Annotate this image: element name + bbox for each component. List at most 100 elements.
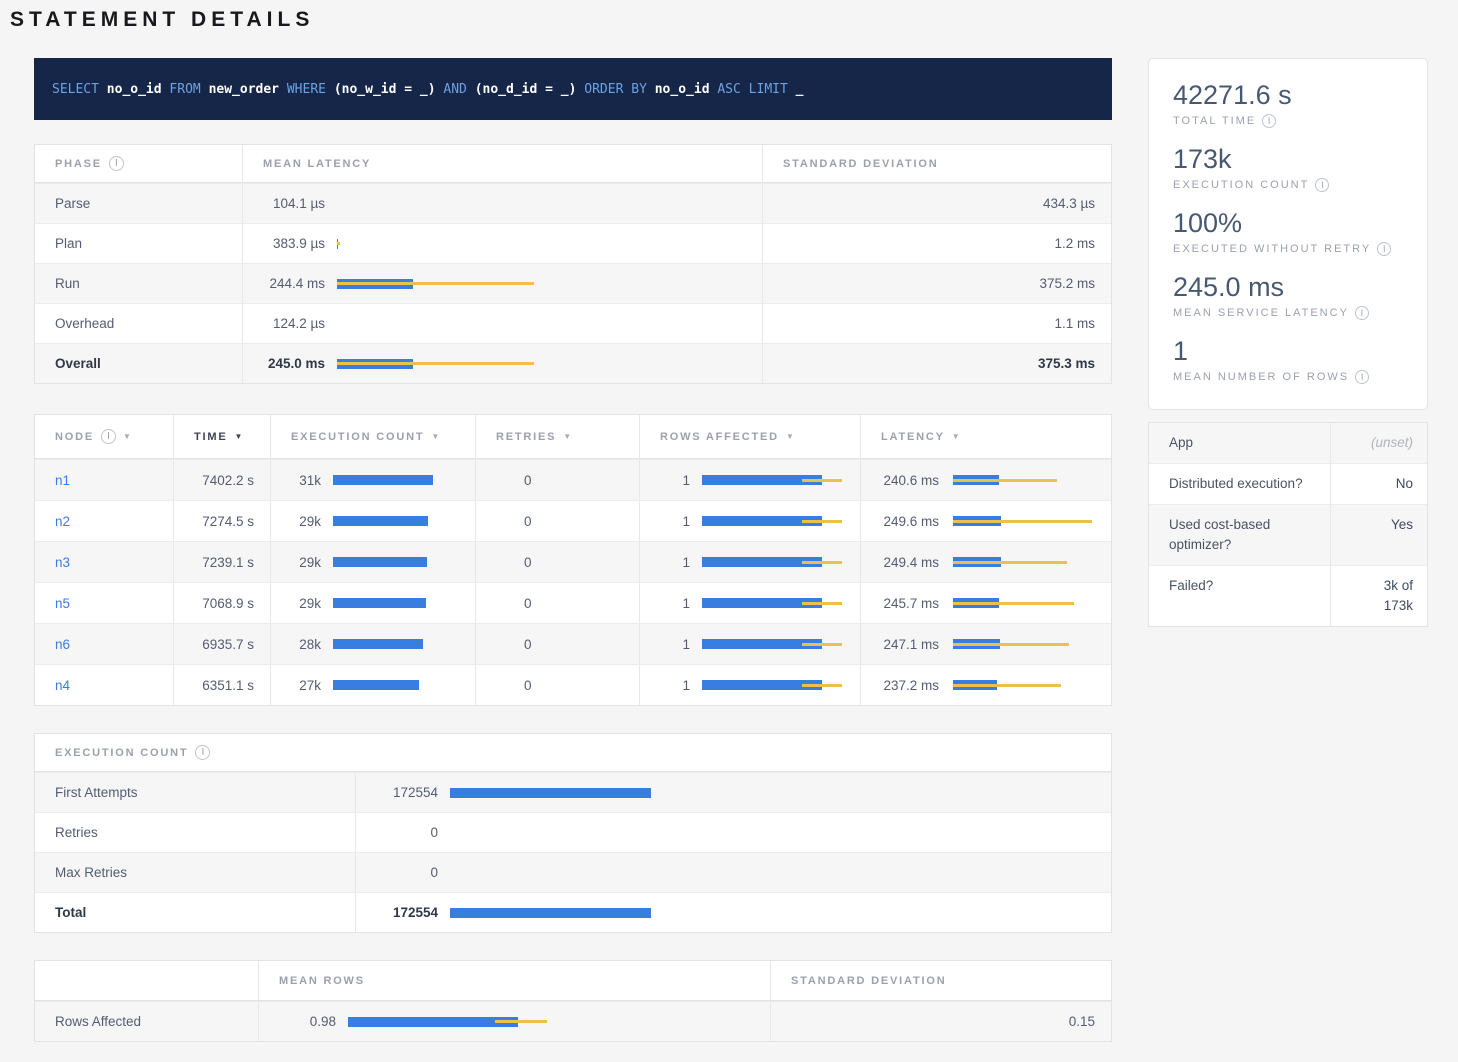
- info-icon[interactable]: i: [1355, 370, 1369, 384]
- info-icon[interactable]: i: [1355, 306, 1369, 320]
- rows-affected-bar: [702, 638, 852, 650]
- table-row: Rows Affected 0.98 0.15: [35, 1001, 1111, 1041]
- info-icon[interactable]: i: [195, 745, 210, 760]
- info-icon[interactable]: i: [101, 429, 116, 444]
- latency-bar: [337, 278, 577, 290]
- execution-count-value: 27k: [291, 678, 321, 693]
- node-header-label: NODE: [55, 431, 94, 443]
- standard-deviation-column-header: STANDARD DEVIATION: [771, 961, 1113, 1000]
- mean-latency-value: 104.1 µs: [263, 196, 325, 211]
- node-column-header[interactable]: NODE i ▼: [35, 415, 174, 458]
- count-value: 172554: [376, 785, 438, 800]
- rows-affected-value: 1: [664, 637, 690, 652]
- stat-value: 173k: [1173, 143, 1403, 175]
- info-icon[interactable]: i: [1315, 178, 1329, 192]
- execution-count-title: EXECUTION COUNTi: [35, 734, 1113, 771]
- mean-rows-column-header: MEAN ROWS: [259, 961, 771, 1000]
- stat-value: 245.0 ms: [1173, 271, 1403, 303]
- stat-label: MEAN SERVICE LATENCY: [1173, 307, 1349, 319]
- info-icon[interactable]: i: [1377, 242, 1391, 256]
- sql-token: FROM: [169, 82, 200, 97]
- node-link[interactable]: n1: [55, 473, 70, 488]
- sort-caret-icon[interactable]: ▼: [123, 432, 133, 441]
- phase-label: Overall: [55, 356, 101, 371]
- sort-caret-icon[interactable]: ▼: [952, 432, 962, 441]
- retries-value: 0: [524, 555, 532, 570]
- mean-rows-header-label: MEAN ROWS: [279, 975, 365, 987]
- execution-count-bar: [333, 679, 463, 691]
- std-dev-value: 1.1 ms: [1054, 316, 1095, 331]
- sort-caret-icon[interactable]: ▼: [786, 432, 796, 441]
- execution-count-value: 29k: [291, 514, 321, 529]
- sort-caret-icon[interactable]: ▼: [431, 432, 441, 441]
- table-row: Parse 104.1 µs 434.3 µs: [35, 183, 1111, 223]
- sort-caret-icon[interactable]: ▼: [563, 432, 573, 441]
- node-link[interactable]: n5: [55, 596, 70, 611]
- latency-header-label: LATENCY: [881, 431, 945, 443]
- phase-label: Overhead: [55, 316, 114, 331]
- stat-label: EXECUTED WITHOUT RETRY: [1173, 243, 1371, 255]
- rows-affected-value: 1: [664, 678, 690, 693]
- latency-value: 245.7 ms: [881, 596, 939, 611]
- mean-latency-value: 383.9 µs: [263, 236, 325, 251]
- row-label: Rows Affected: [55, 1014, 141, 1029]
- latency-bar: [953, 515, 1103, 527]
- node-table-header: NODE i ▼ TIME▼ EXECUTION COUNT ▼ RETRIES ▼ R…: [35, 415, 1111, 459]
- rows-affected-column-header[interactable]: ROWS AFFECTED ▼: [640, 415, 861, 458]
- attribute-label: App: [1169, 433, 1193, 453]
- attribute-label: Failed?: [1169, 576, 1213, 596]
- mean-latency-value: 245.0 ms: [263, 356, 325, 371]
- rows-affected-bar: [702, 597, 852, 609]
- sort-caret-icon[interactable]: ▼: [234, 432, 244, 441]
- execution-count-header: EXECUTION COUNTi: [35, 734, 1111, 772]
- table-row: Retries 0: [35, 812, 1111, 852]
- std-dev-value: 1.2 ms: [1054, 236, 1095, 251]
- row-label: First Attempts: [55, 785, 138, 800]
- node-link[interactable]: n2: [55, 514, 70, 529]
- node-link[interactable]: n3: [55, 555, 70, 570]
- retries-header-label: RETRIES: [496, 431, 556, 443]
- rows-affected-header-label: ROWS AFFECTED: [660, 431, 779, 443]
- time-value: 7068.9 s: [202, 596, 254, 611]
- latency-value: 247.1 ms: [881, 637, 939, 652]
- statement-details-page: STATEMENT DETAILS SELECT no_o_id FROM ne…: [0, 0, 1458, 1062]
- node-row: n5 7068.9 s 29k 0 1 245.7 ms: [35, 582, 1111, 623]
- stat-execution-count: 173k EXECUTION COUNT i: [1173, 143, 1403, 192]
- stat-label: EXECUTION COUNT: [1173, 179, 1309, 191]
- retries-value: 0: [524, 473, 532, 488]
- std-dev-value: 375.3 ms: [1038, 356, 1095, 371]
- info-icon[interactable]: i: [1262, 114, 1276, 128]
- latency-column-header[interactable]: LATENCY ▼: [861, 415, 1113, 458]
- time-column-header[interactable]: TIME▼: [174, 415, 271, 458]
- stat-total-time: 42271.6 s TOTAL TIMEi: [1173, 79, 1403, 128]
- std-dev-value: 0.15: [1069, 1014, 1095, 1029]
- latency-bar: [337, 358, 577, 370]
- time-value: 7274.5 s: [202, 514, 254, 529]
- phase-header-label: PHASE: [55, 158, 102, 170]
- retries-column-header[interactable]: RETRIES ▼: [476, 415, 640, 458]
- stat-label: MEAN NUMBER OF ROWS: [1173, 371, 1349, 383]
- latency-bar: [953, 679, 1103, 691]
- count-bar: [450, 867, 670, 879]
- phase-label: Plan: [55, 236, 82, 251]
- retries-value: 0: [524, 514, 532, 529]
- statement-sql: SELECT no_o_id FROM new_order WHERE (no_…: [52, 82, 803, 97]
- execution-count-column-header[interactable]: EXECUTION COUNT ▼: [271, 415, 476, 458]
- stat-executed-without-retry: 100% EXECUTED WITHOUT RETRYi: [1173, 207, 1403, 256]
- latency-bar: [953, 597, 1103, 609]
- info-icon[interactable]: i: [109, 156, 124, 171]
- rows-affected-header: MEAN ROWS STANDARD DEVIATION: [35, 961, 1111, 1001]
- retries-value: 0: [524, 678, 532, 693]
- sql-token: SELECT: [52, 82, 99, 97]
- sql-token: WHERE: [287, 82, 326, 97]
- node-link[interactable]: n6: [55, 637, 70, 652]
- node-link[interactable]: n4: [55, 678, 70, 693]
- row-label: Retries: [55, 825, 98, 840]
- latency-bar: [953, 474, 1103, 486]
- attribute-value: (unset): [1351, 433, 1429, 453]
- phase-label: Run: [55, 276, 80, 291]
- execution-count-header-label: EXECUTION COUNT: [291, 431, 424, 443]
- row-label: Total: [55, 905, 86, 920]
- execution-count-bar: [333, 556, 463, 568]
- mean-latency-value: 244.4 ms: [263, 276, 325, 291]
